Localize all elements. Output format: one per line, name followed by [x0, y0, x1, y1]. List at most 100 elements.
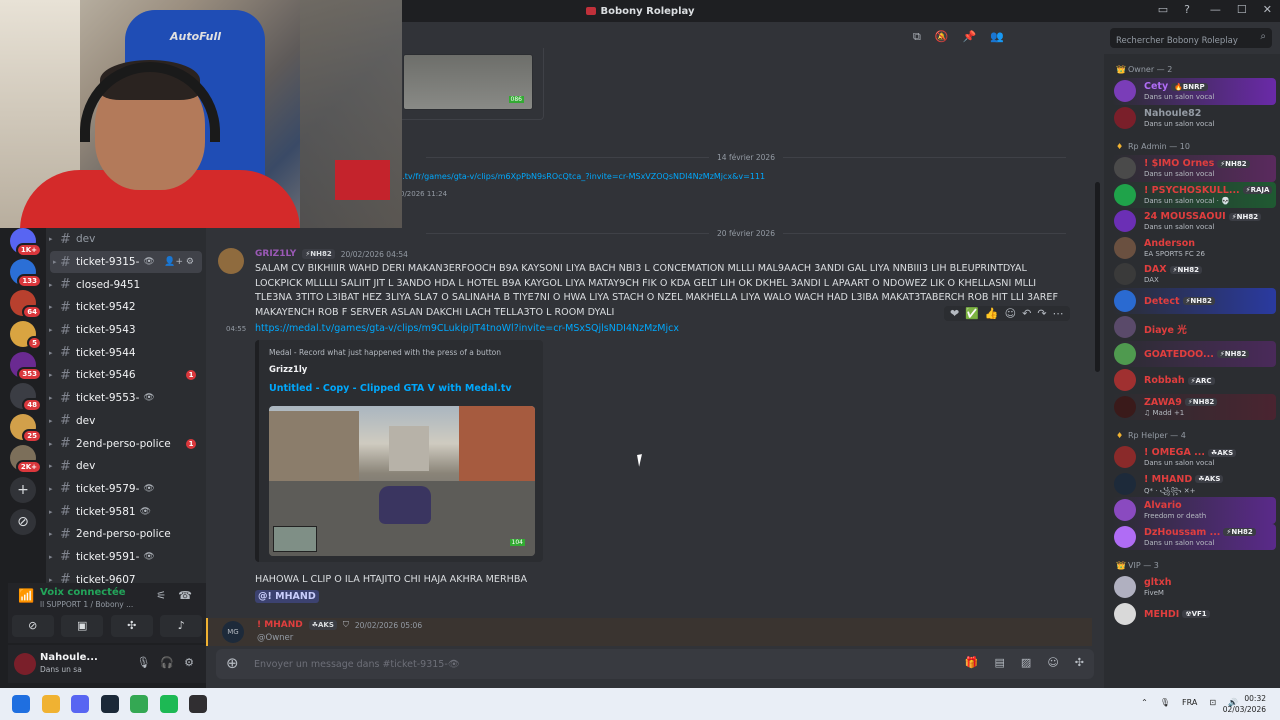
medal-link[interactable]: https://medal.tv/games/gta-v/clips/m9CLu…	[255, 323, 679, 334]
headphones-icon[interactable]: 🎧	[160, 656, 174, 669]
message-author[interactable]: ! MHAND	[257, 620, 303, 630]
embed-author[interactable]: Grizz1ly	[269, 365, 307, 375]
member-item[interactable]: Detect ⚡NH82	[1112, 287, 1276, 314]
attach-plus-icon[interactable]: ⊕	[226, 654, 239, 672]
member-item[interactable]: Robbah ⚡ARC	[1112, 367, 1276, 394]
activities-button[interactable]: ✣	[110, 615, 153, 637]
channel-item[interactable]: ▸ # ticket-9544	[46, 341, 206, 364]
embed-title[interactable]: Untitled - Copy - Clipped GTA V with Med…	[269, 383, 512, 394]
search-icon[interactable]: ⌕	[1260, 31, 1266, 42]
channel-item[interactable]: ▸ #2end-perso-police	[46, 523, 206, 546]
check-reaction-icon[interactable]: ✅	[965, 307, 979, 320]
member-item[interactable]: DzHoussam ... ⚡NH82 Dans un salon vocal	[1112, 523, 1276, 550]
settings-gear-icon[interactable]: ⚙	[184, 656, 194, 669]
language-indicator[interactable]: FRA	[1182, 698, 1197, 707]
channel-item[interactable]: ▸ # ticket-9607	[46, 568, 206, 583]
channel-item[interactable]: ▸ # ticket-9579- 👁	[46, 478, 206, 501]
windows-icon[interactable]	[12, 695, 30, 713]
chrome-icon[interactable]	[130, 695, 148, 713]
clock[interactable]: 00:32 02/03/2026	[1223, 693, 1266, 715]
member-item[interactable]: ! PSYCHOSKULL... ⚡RAJA Dans un salon vocal…	[1112, 181, 1276, 208]
voice-channel[interactable]: ll SUPPORT 1 / Bobony ...	[40, 600, 133, 609]
member-item[interactable]: Alvario Freedom or death	[1112, 497, 1276, 524]
thumbs-up-reaction-icon[interactable]: 👍	[985, 307, 999, 320]
sticker-icon[interactable]: ▨	[1021, 656, 1031, 669]
server-icon[interactable]: 133	[10, 259, 42, 288]
channel-item[interactable]: ▸ # ticket-9546 1	[46, 364, 206, 387]
server-icon[interactable]: 2K+	[10, 445, 42, 474]
members-icon[interactable]: 👥	[990, 30, 1004, 44]
server-icon[interactable]: 48	[10, 383, 42, 412]
server-icon[interactable]: 64	[10, 290, 42, 319]
inbox-icon[interactable]: ▭	[1158, 3, 1168, 16]
server-icon[interactable]: 1K+	[10, 228, 42, 257]
server-icon[interactable]: 25	[10, 414, 42, 443]
screen-share-button[interactable]: ▣	[61, 615, 104, 637]
channel-item[interactable]: ▸ # dev	[46, 410, 206, 433]
member-item[interactable]: ! OMEGA ... ☘AKS Dans un salon vocal	[1112, 444, 1276, 471]
add-server-button[interactable]: +	[10, 477, 36, 503]
channel-item[interactable]: ▸ # ticket-9542	[46, 296, 206, 319]
member-item[interactable]: GOATEDOO... ⚡NH82	[1112, 340, 1276, 367]
disconnect-icon[interactable]: ☎	[178, 589, 192, 602]
member-item[interactable]: DAX ⚡NH82 DAX	[1112, 261, 1276, 288]
threads-icon[interactable]: ⧉	[913, 30, 921, 44]
member-item[interactable]: ZAWA9 ⚡NH82 ♫ Madd +1	[1112, 393, 1276, 420]
heart-reaction-icon[interactable]: ❤	[950, 307, 959, 320]
explore-button[interactable]: ⊘	[10, 509, 36, 535]
previous-clip-thumbnail[interactable]: 086	[403, 54, 533, 110]
server-icon[interactable]: 5	[10, 321, 42, 350]
search-input[interactable]	[1110, 31, 1250, 51]
gif-icon[interactable]: ▤	[995, 656, 1005, 669]
member-item[interactable]: Anderson EA SPORTS FC 26	[1112, 235, 1276, 262]
member-item[interactable]: gltxh FiveM	[1112, 574, 1276, 601]
chat-scrollbar[interactable]	[1095, 182, 1100, 372]
gift-icon[interactable]: 🎁	[965, 656, 979, 669]
more-options-icon[interactable]: ⋯	[1053, 307, 1064, 320]
obs-icon[interactable]	[189, 695, 207, 713]
microphone-icon[interactable]: 🎙	[1160, 698, 1170, 707]
member-item[interactable]: Cety 🔥BNRP Dans un salon vocal	[1112, 78, 1276, 105]
voice-status[interactable]: Voix connectée	[40, 587, 126, 598]
message-input[interactable]	[254, 655, 894, 673]
avatar[interactable]	[218, 248, 244, 274]
channel-item[interactable]: ▸ # ticket-9591- 👁	[46, 546, 206, 569]
spotify-icon[interactable]	[159, 695, 178, 713]
avatar[interactable]	[14, 653, 36, 675]
member-item[interactable]: Diaye 光	[1112, 314, 1276, 341]
channel-item[interactable]: ▸ # dev	[46, 455, 206, 478]
server-icon[interactable]: 353	[10, 352, 42, 381]
member-item[interactable]: ! MHAND ☘AKS Q* · ꧁꧂ ✕+	[1112, 471, 1276, 498]
noise-suppression-icon[interactable]: ⚟	[156, 589, 166, 602]
chevron-up-icon[interactable]: ⌃	[1141, 698, 1148, 707]
close-button[interactable]: ✕	[1263, 3, 1272, 16]
channel-item[interactable]: ▸ # ticket-9543	[46, 319, 206, 342]
maximize-button[interactable]: ☐	[1237, 3, 1247, 16]
embed-video-thumbnail[interactable]: 104	[269, 406, 535, 556]
mute-icon[interactable]: 🔕	[935, 30, 949, 44]
member-item[interactable]: Nahoule82 Dans un salon vocal	[1112, 105, 1276, 132]
microphone-icon[interactable]: 🎙	[136, 656, 150, 669]
files-icon[interactable]	[41, 695, 60, 713]
discord-icon[interactable]	[71, 695, 89, 713]
camera-off-button[interactable]: ⊘	[11, 615, 54, 637]
apps-icon[interactable]: ✣	[1075, 656, 1084, 669]
add-reaction-icon[interactable]: ☺	[1005, 307, 1016, 320]
channel-item[interactable]: ▸ #2end-perso-police 1	[46, 432, 206, 455]
pin-icon[interactable]: 📌	[963, 30, 977, 44]
message-author[interactable]: GRIZ1LY	[255, 249, 296, 259]
reply-icon[interactable]: ↶	[1022, 307, 1031, 320]
member-item[interactable]: 24 MOUSSAOUI ⚡NH82 Dans un salon vocal	[1112, 208, 1276, 235]
channel-settings-icon[interactable]: 👤+ ⚙	[164, 257, 194, 267]
user-mention[interactable]: @! MHAND	[255, 590, 319, 603]
channel-item[interactable]: ▸ # ticket-9581 👁	[46, 500, 206, 523]
help-icon[interactable]: ?	[1184, 3, 1190, 16]
network-icon[interactable]: ⊡	[1209, 698, 1216, 707]
previous-link[interactable]: l.tv/fr/games/gta-v/clips/m6XpPbN9sROcQt…	[400, 172, 765, 181]
forward-icon[interactable]: ↷	[1037, 307, 1046, 320]
member-item[interactable]: ! $IMO Ornes ⚡NH82 Dans un salon vocal	[1112, 155, 1276, 182]
soundboard-button[interactable]: ♪	[160, 615, 203, 637]
guild-tag[interactable]: ⚡NH82	[302, 249, 335, 259]
minimize-button[interactable]: —	[1210, 3, 1221, 16]
channel-item[interactable]: ▸ # closed-9451	[46, 273, 206, 296]
